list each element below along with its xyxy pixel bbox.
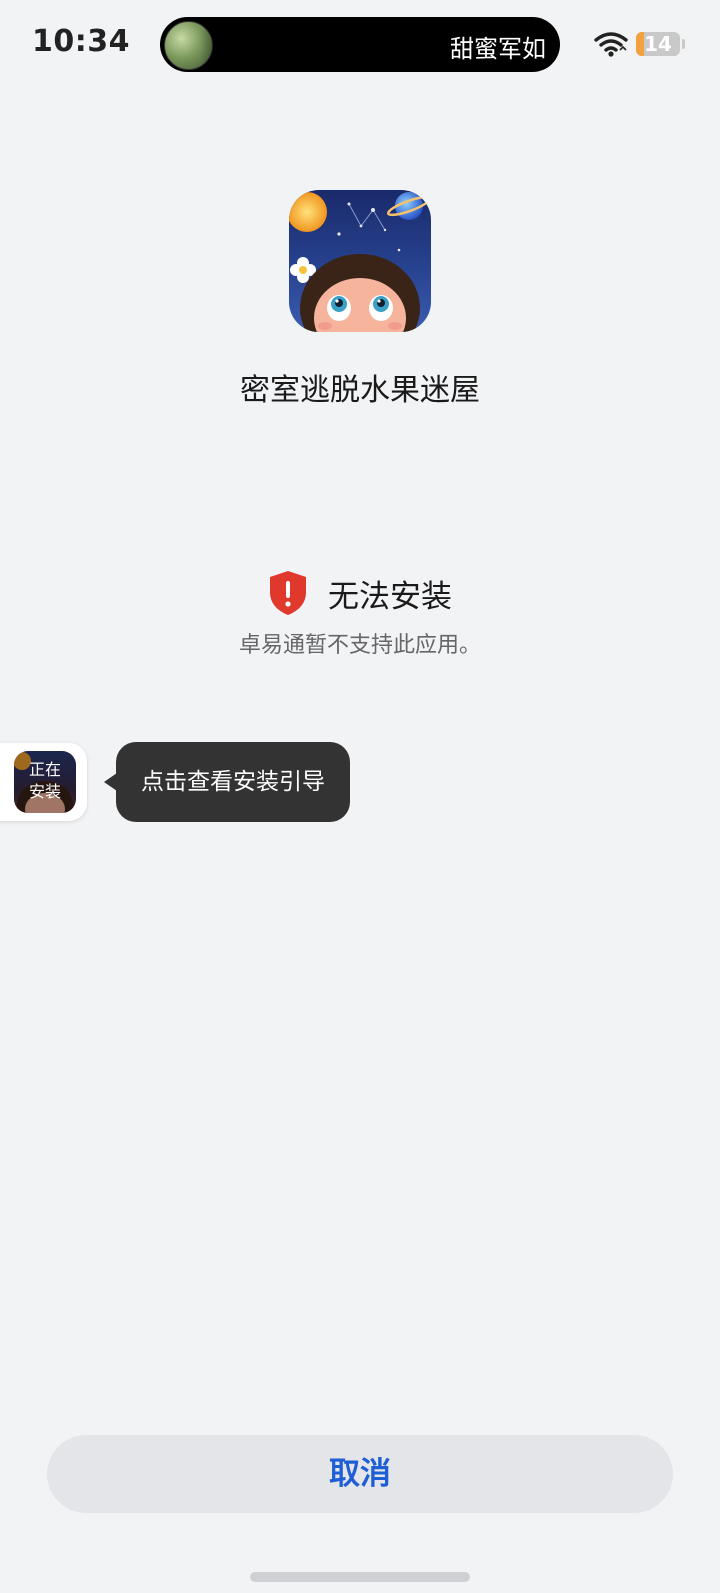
wifi-icon — [594, 32, 628, 57]
cancel-button[interactable]: 取消 — [47, 1435, 673, 1513]
island-text: 甜蜜军如 — [450, 35, 546, 63]
battery-icon: 14 — [636, 32, 680, 56]
battery-level: 14 — [644, 32, 672, 56]
error-header: 无法安装 — [0, 568, 720, 618]
home-indicator[interactable] — [250, 1572, 470, 1582]
battery-cap — [682, 39, 685, 49]
installing-app-thumbnail: 正在安装 — [14, 751, 76, 813]
island-fade — [200, 17, 260, 72]
error-description: 卓易通暂不支持此应用。 — [238, 633, 481, 658]
app-icon — [289, 190, 431, 332]
app-icon-art — [289, 192, 431, 332]
error-title: 无法安装 — [328, 578, 452, 615]
dynamic-island[interactable]: 甜蜜军如 — [160, 17, 560, 72]
shield-alert-icon — [270, 571, 306, 615]
install-guide-tooltip[interactable]: 点击查看安装引导 — [116, 742, 350, 822]
install-screen: 10:34 甜蜜军如 14 密室逃脱水果迷屋 无法安装 卓易通暂不支持此应用。 … — [0, 0, 720, 1593]
status-time: 10:34 — [32, 24, 130, 59]
installing-status-label: 正在安装 — [28, 760, 61, 801]
installing-float-widget[interactable]: 正在安装 — [0, 743, 87, 821]
app-name: 密室逃脱水果迷屋 — [240, 373, 480, 408]
